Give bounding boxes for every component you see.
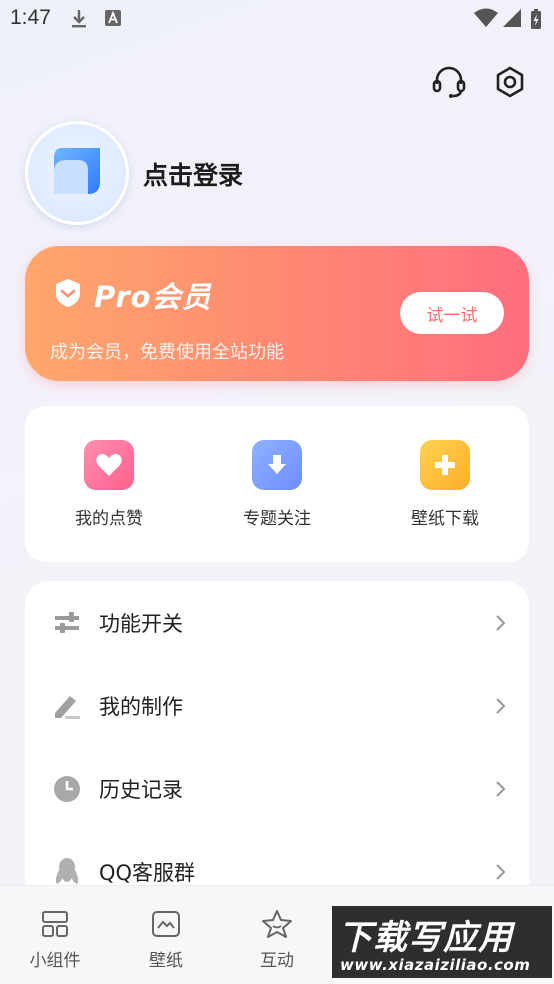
pro-subtitle: 成为会员，免费使用全站功能 [50, 342, 284, 363]
pro-membership-card[interactable]: Pro会员 成为会员，免费使用全站功能 试一试 [25, 246, 529, 381]
app-logo-icon [48, 142, 106, 204]
menu-label: 功能开关 [99, 612, 183, 636]
menu-item-my-creations[interactable]: 我的制作 [25, 676, 529, 736]
shortcut-label: 我的点赞 [75, 509, 143, 529]
wallpaper-icon [126, 908, 206, 940]
tab-label: 互动 [260, 951, 294, 971]
tab-label: 壁纸 [149, 951, 183, 971]
watermark-title: 下载写应用 [338, 918, 513, 958]
qq-penguin-icon [51, 856, 83, 888]
avatar[interactable] [25, 121, 129, 225]
heart-icon [84, 440, 134, 490]
star-icon [237, 908, 317, 940]
pro-title-row: Pro会员 [52, 274, 212, 316]
wifi-icon [474, 8, 498, 32]
chevron-right-icon [493, 862, 507, 882]
plus-icon [420, 440, 470, 490]
download-icon [70, 8, 88, 34]
menu-label: QQ客服群 [99, 861, 196, 885]
menu-list: 功能开关 我的制作 历史记录 QQ客服群 [25, 581, 529, 901]
shortcut-label: 专题关注 [243, 509, 311, 529]
shortcut-panel: 我的点赞 专题关注 壁纸下载 [25, 406, 529, 562]
shortcut-my-likes[interactable]: 我的点赞 [49, 440, 169, 529]
crown-shield-icon [52, 277, 84, 313]
sliders-icon [51, 607, 83, 639]
try-button[interactable]: 试一试 [400, 292, 504, 334]
chevron-right-icon [493, 779, 507, 799]
download-arrow-icon [252, 440, 302, 490]
tab-label: 小组件 [29, 951, 81, 971]
settings-icon [493, 65, 527, 103]
battery-charging-icon [530, 8, 542, 34]
menu-item-history[interactable]: 历史记录 [25, 759, 529, 819]
menu-label: 历史记录 [99, 778, 183, 802]
chevron-right-icon [493, 696, 507, 716]
clock-icon [51, 773, 83, 805]
chevron-right-icon [493, 613, 507, 633]
shortcut-topic-follow[interactable]: 专题关注 [217, 440, 337, 529]
status-bar: 1:47 [0, 0, 554, 38]
edit-icon [51, 690, 83, 722]
menu-label: 我的制作 [99, 695, 183, 719]
watermark-url: www.xiazaiziliao.com [340, 956, 531, 974]
pro-title: Pro会员 [94, 280, 212, 314]
widgets-icon [15, 908, 95, 940]
menu-item-feature-switch[interactable]: 功能开关 [25, 593, 529, 653]
tab-interact[interactable]: 互动 [237, 908, 317, 971]
signal-icon [502, 8, 522, 32]
shortcut-wallpaper-download[interactable]: 壁纸下载 [385, 440, 505, 529]
customer-service-button[interactable] [429, 64, 469, 104]
settings-button[interactable] [490, 64, 530, 104]
status-time: 1:47 [10, 6, 51, 29]
tab-wallpaper[interactable]: 壁纸 [126, 908, 206, 971]
login-link[interactable]: 点击登录 [143, 156, 243, 192]
tab-widgets[interactable]: 小组件 [15, 908, 95, 971]
headset-icon [431, 64, 467, 104]
watermark-logo: 下载写应用 www.xiazaiziliao.com [332, 906, 552, 978]
shortcut-label: 壁纸下载 [411, 509, 479, 529]
a-box-icon [104, 8, 122, 32]
